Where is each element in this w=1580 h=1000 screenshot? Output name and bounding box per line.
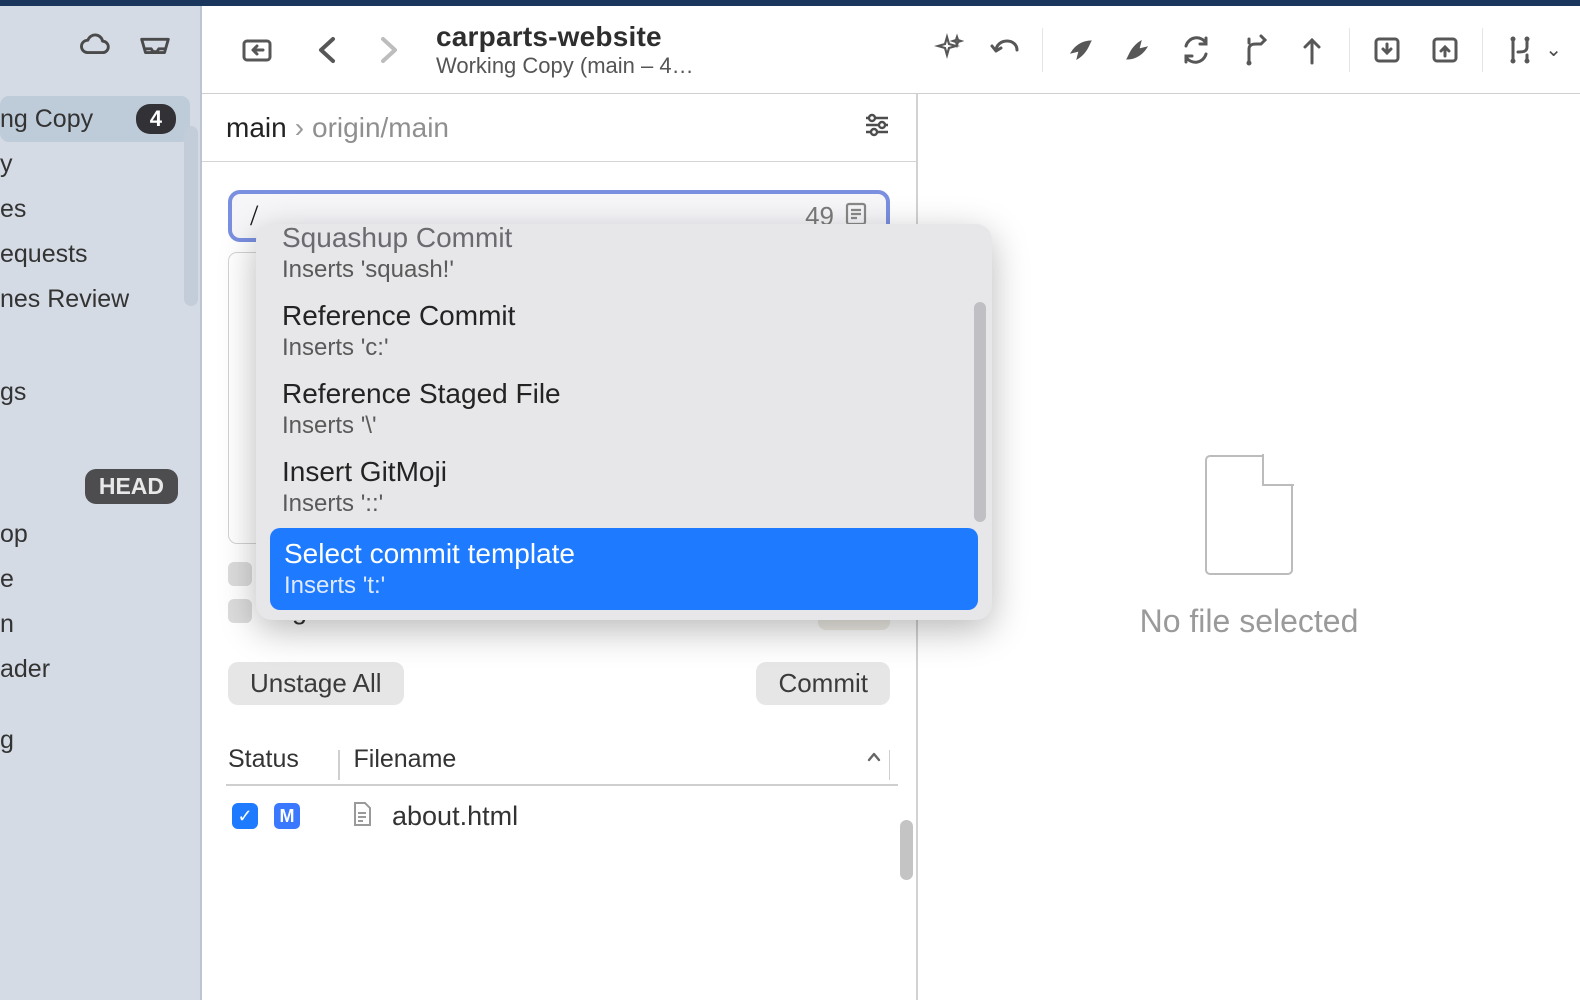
sidebar-item[interactable]: ader — [0, 647, 200, 692]
sidebar-item-label: ng Copy — [0, 105, 93, 134]
file-stage-checkbox[interactable]: ✓ — [232, 803, 258, 829]
push-icon[interactable] — [1111, 24, 1165, 76]
file-table-header: Status Filename — [228, 745, 890, 784]
sidebar-item[interactable]: equests — [0, 232, 200, 277]
undo-icon[interactable] — [978, 24, 1032, 76]
empty-file-icon — [1205, 455, 1293, 575]
nav-back-button[interactable] — [302, 24, 356, 76]
breadcrumb-local[interactable]: main — [226, 112, 287, 144]
sidebar: ng Copy 4 y es equests nes Review gs HEA… — [0, 6, 202, 1000]
inbox-icon[interactable] — [134, 28, 176, 62]
merge-up-icon[interactable] — [1285, 24, 1339, 76]
file-icon — [350, 800, 374, 833]
sidebar-scrollbar[interactable] — [184, 126, 198, 306]
sidebar-item[interactable]: n — [0, 602, 200, 647]
popup-item[interactable]: Reference Commit Inserts 'c:' — [264, 294, 984, 372]
file-row[interactable]: ✓ M about.html — [226, 784, 898, 846]
head-badge: HEAD — [85, 469, 178, 504]
sidebar-item[interactable]: gs — [0, 370, 200, 415]
sync-icon[interactable] — [1169, 24, 1223, 76]
sidebar-item-working-copy[interactable]: ng Copy 4 — [0, 96, 190, 142]
stash-apply-icon[interactable] — [1418, 24, 1472, 76]
sidebar-badge: 4 — [136, 104, 176, 134]
repo-subtitle: Working Copy (main – 4 Ch… — [436, 53, 696, 79]
commit-button[interactable]: Commit — [756, 662, 890, 705]
cloud-icon[interactable] — [74, 28, 116, 62]
chevron-down-icon[interactable]: ⌄ — [1545, 37, 1562, 62]
fetch-icon[interactable] — [1053, 24, 1107, 76]
col-status[interactable]: Status — [228, 745, 338, 784]
file-name: about.html — [392, 801, 518, 832]
chevron-right-icon: › — [295, 112, 304, 144]
popup-item[interactable]: Squashup Commit Inserts 'squash!' — [264, 224, 984, 294]
unstage-all-button[interactable]: Unstage All — [228, 662, 404, 705]
repo-title: carparts-website — [436, 21, 696, 53]
nav-forward-button[interactable] — [360, 24, 414, 76]
empty-label: No file selected — [1140, 603, 1359, 640]
popup-item[interactable]: Insert GitMoji Inserts '::' — [264, 450, 984, 528]
filter-icon[interactable] — [862, 110, 892, 145]
commit-subject-text: / — [250, 199, 258, 233]
quickopen-button[interactable] — [230, 24, 284, 76]
stash-save-icon[interactable] — [1360, 24, 1414, 76]
sidebar-item[interactable]: g — [0, 718, 200, 763]
sidebar-item[interactable]: y — [0, 142, 200, 187]
ai-sparkle-icon[interactable] — [920, 24, 974, 76]
popup-item-selected[interactable]: Select commit template Inserts 't:' — [270, 528, 978, 610]
sidebar-item[interactable]: nes Review — [0, 277, 200, 322]
file-list-scrollbar[interactable] — [900, 820, 913, 880]
toolbar: carparts-website Working Copy (main – 4 … — [202, 6, 1580, 94]
sidebar-item[interactable]: es — [0, 187, 200, 232]
sidebar-item[interactable]: e — [0, 557, 200, 602]
sort-icon[interactable] — [865, 745, 889, 784]
col-filename[interactable]: Filename — [354, 745, 865, 784]
slash-command-popup: Squashup Commit Inserts 'squash!' Refere… — [256, 224, 992, 620]
popup-scrollbar[interactable] — [974, 302, 986, 522]
popup-item[interactable]: Reference Staged File Inserts '\' — [264, 372, 984, 450]
rebase-icon[interactable] — [1227, 24, 1281, 76]
file-status-badge: M — [274, 803, 300, 829]
gitflow-icon[interactable] — [1493, 24, 1547, 76]
sidebar-item[interactable]: op — [0, 512, 200, 557]
diff-panel: No file selected — [918, 94, 1580, 1000]
breadcrumb-remote[interactable]: origin/main — [312, 112, 449, 144]
